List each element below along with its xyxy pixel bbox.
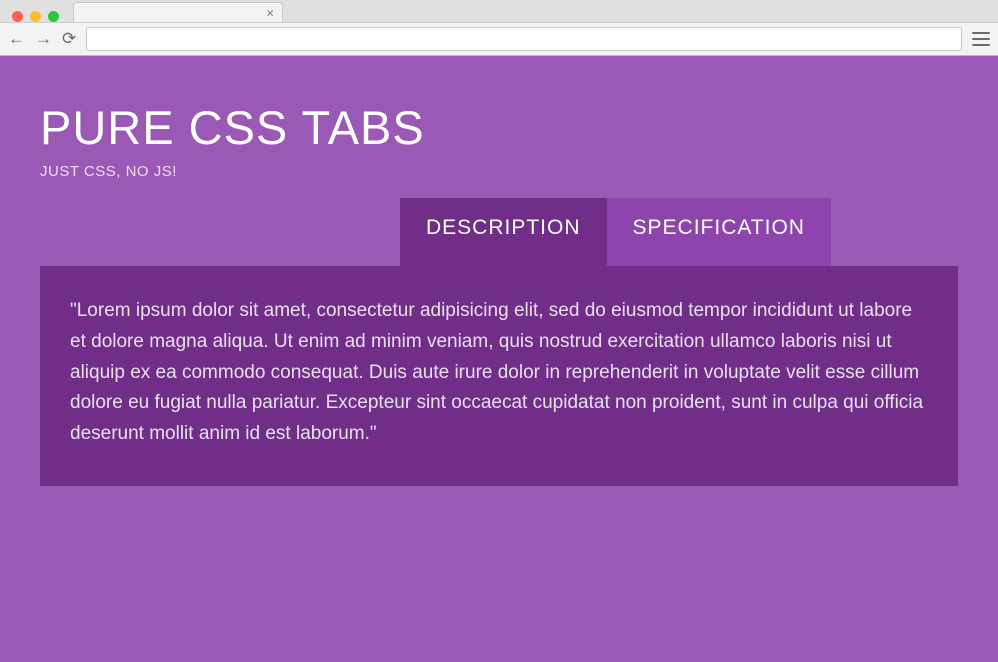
forward-icon[interactable]: → bbox=[35, 29, 52, 49]
browser-tab[interactable]: × bbox=[73, 2, 283, 22]
page-subtitle: JUST CSS, NO JS! bbox=[40, 163, 958, 180]
minimize-window-button[interactable] bbox=[30, 11, 41, 22]
page-title: PURE CSS TABS bbox=[40, 100, 958, 155]
close-window-button[interactable] bbox=[12, 11, 23, 22]
tabs-component: DESCRIPTION SPECIFICATION "Lorem ipsum d… bbox=[40, 198, 958, 486]
page-viewport: PURE CSS TABS JUST CSS, NO JS! DESCRIPTI… bbox=[0, 56, 998, 662]
reload-icon[interactable]: ⟳ bbox=[62, 29, 76, 49]
tab-strip: × bbox=[0, 0, 998, 22]
back-icon[interactable]: ← bbox=[8, 29, 25, 49]
browser-chrome: × ← → ⟳ bbox=[0, 0, 998, 56]
url-input[interactable] bbox=[86, 27, 962, 51]
description-text: "Lorem ipsum dolor sit amet, consectetur… bbox=[70, 296, 928, 450]
tab-specification[interactable]: SPECIFICATION bbox=[607, 198, 831, 266]
tab-panel-description: "Lorem ipsum dolor sit amet, consectetur… bbox=[40, 266, 958, 486]
tab-row: DESCRIPTION SPECIFICATION bbox=[40, 198, 958, 266]
tab-close-icon[interactable]: × bbox=[266, 6, 274, 19]
maximize-window-button[interactable] bbox=[48, 11, 59, 22]
menu-icon[interactable] bbox=[972, 32, 990, 46]
window-controls bbox=[6, 5, 67, 22]
browser-toolbar: ← → ⟳ bbox=[0, 22, 998, 56]
tab-description[interactable]: DESCRIPTION bbox=[400, 198, 607, 266]
